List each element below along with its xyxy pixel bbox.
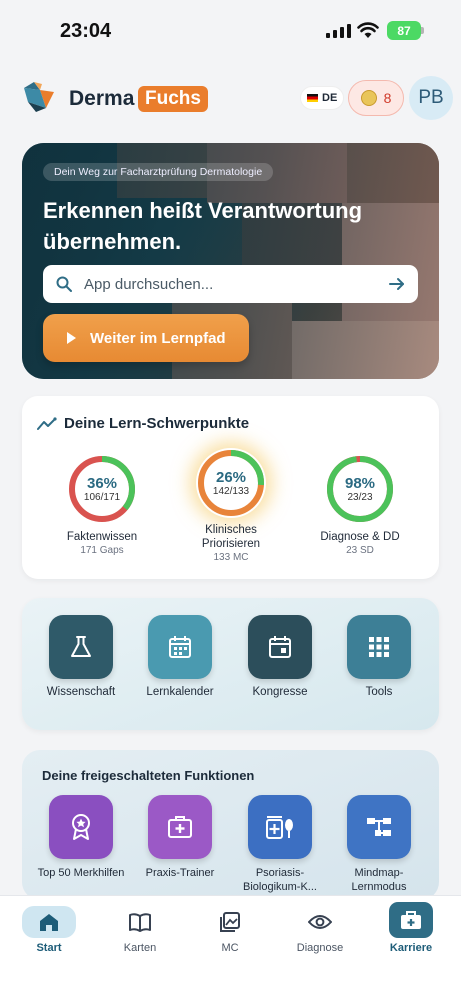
ring-fraction: 106/171 [83,491,121,503]
features-title: Deine freigeschalteten Funktionen [42,768,255,783]
tool-science-button[interactable] [49,615,113,679]
tab-label: MC [221,942,239,954]
status-bar: 23:04 87 [0,0,461,62]
tab-icon-wrapper [190,906,270,938]
book-icon [129,913,151,932]
focus-ring-prioritize[interactable]: 26% 142/133 [196,448,266,518]
ring-sub: 171 Gaps [80,545,124,556]
feature-label: Top 50 Merkhilfen [37,867,125,879]
ring-center: 98% 23/23 [325,454,395,524]
feature-top50-button[interactable] [49,795,113,859]
quick-tools-panel: Wissenschaft Lernkalender Kongresse Tool… [22,598,439,730]
tab-icon-wrapper [22,906,76,938]
ring-sub: 133 MC [213,552,249,563]
flask-icon [71,636,91,657]
tab-icon-wrapper [100,906,180,938]
ring-label: Klinisches Priorisieren [201,524,261,550]
continue-learning-path-button[interactable]: Weiter im Lernpfad [43,314,249,362]
coins-badge[interactable]: 8 [348,80,404,116]
award-icon [72,814,90,840]
play-icon [67,332,76,344]
ring-label: Diagnose & DD [320,531,400,543]
brand-name: Derma [69,87,135,110]
ring-label: Faktenwissen [66,531,138,543]
tab-start[interactable]: Start [9,906,89,954]
battery-tip [421,27,424,34]
hero-pill: Dein Weg zur Facharztprüfung Dermatologi… [43,163,274,181]
tab-label: Diagnose [296,942,344,954]
status-time: 23:04 [60,20,112,42]
search-icon [56,276,72,292]
tool-calendar-button[interactable] [148,615,212,679]
trend-icon [37,417,57,430]
eye-icon [308,915,332,929]
ring-center: 36% 106/171 [67,454,137,524]
grid-icon [369,637,389,657]
wifi-icon [357,22,379,38]
search-input[interactable]: App durchsuchen... [43,265,418,303]
tool-label: Tools [365,686,393,698]
ring-fraction: 23/23 [347,491,373,503]
avatar[interactable]: PB [409,76,453,120]
hero-headline: Erkennen heißt Verantwortung übernehmen. [43,198,363,254]
tool-label: Lernkalender [146,686,214,698]
medical-kit-icon [168,816,192,838]
tool-label: Kongresse [252,686,308,698]
focus-title: Deine Lern-Schwerpunkte [64,415,250,432]
event-icon [269,636,291,658]
brand-badge: Fuchs [138,86,208,112]
arrow-right-icon[interactable] [388,275,406,293]
learning-focus-card: Deine Lern-Schwerpunkte 36% 106/171 Fakt… [22,396,439,579]
feature-label: Praxis-Trainer [145,867,215,879]
app-header: Derma Fuchs DE 8 PB [22,74,454,120]
tab-label: Karten [123,942,157,954]
ring-center: 26% 142/133 [196,448,266,518]
feature-label: Psoriasis-Biologikum-K... [243,867,317,893]
tool-tools-button[interactable] [347,615,411,679]
tab-diagnosis[interactable]: Diagnose [280,906,360,954]
signal-icon [326,24,351,38]
tab-career[interactable]: Karriere [371,902,451,954]
tab-mc[interactable]: MC [190,906,270,954]
bottom-tab-bar: Start Karten MC Diagnose Karriere [0,895,461,1000]
fox-logo-icon[interactable] [22,80,56,114]
coin-face-icon [360,90,377,106]
medication-icon [266,816,293,839]
coins-count: 8 [383,90,392,106]
tool-congress-button[interactable] [248,615,312,679]
gallery-icon [220,912,240,932]
feature-label: Mindmap-Lernmodus [351,867,407,893]
german-flag-icon [307,94,318,102]
ring-percent: 26% [215,468,247,486]
language-label: DE [322,92,338,104]
language-switch[interactable]: DE [300,86,345,110]
tab-cards[interactable]: Karten [100,906,180,954]
tab-icon-wrapper [280,906,360,938]
focus-ring-facts[interactable]: 36% 106/171 [67,454,137,524]
search-placeholder: App durchsuchen... [84,275,214,293]
home-icon [40,914,58,931]
ring-percent: 98% [344,474,376,492]
tab-label: Start [36,942,62,954]
hero-banner: Dein Weg zur Facharztprüfung Dermatologi… [22,143,439,379]
unlocked-features-panel: Deine freigeschalteten Funktionen Top 50… [22,750,439,900]
battery-indicator: 87 [387,21,421,40]
calendar-icon [169,636,191,658]
focus-ring-diagnosis[interactable]: 98% 23/23 [325,454,395,524]
briefcase-icon [401,911,421,929]
feature-psoriasis-button[interactable] [248,795,312,859]
feature-mindmap-button[interactable] [347,795,411,859]
tool-label: Wissenschaft [46,686,116,698]
battery-level: 87 [397,23,411,38]
tab-label: Karriere [389,942,433,954]
cta-label: Weiter im Lernpfad [90,329,226,347]
ring-fraction: 142/133 [212,485,250,497]
ring-percent: 36% [86,474,118,492]
ring-sub: 23 SD [346,545,374,556]
mindmap-icon [367,818,391,836]
tab-icon-wrapper [389,902,433,938]
feature-practice-trainer-button[interactable] [148,795,212,859]
